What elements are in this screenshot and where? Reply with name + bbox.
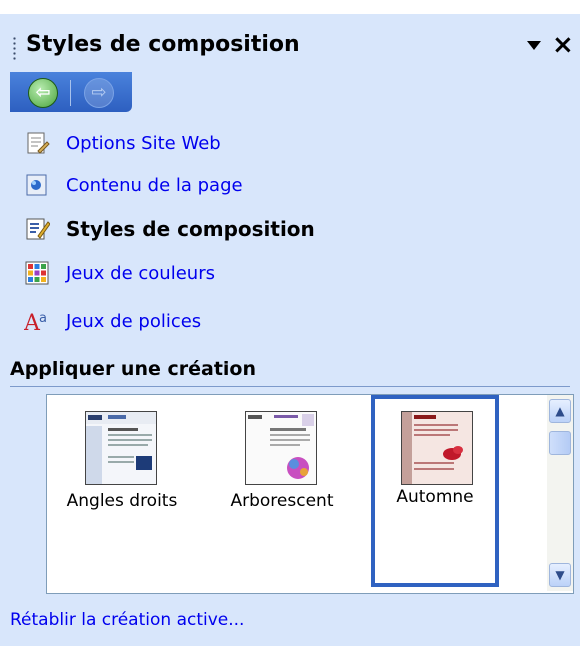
gallery-item-label: Automne: [396, 487, 474, 507]
menu-item-label: Options Site Web: [66, 132, 221, 154]
svg-text:a: a: [39, 311, 47, 326]
scroll-up-button[interactable]: ▲: [549, 399, 571, 423]
menu-item-page-content[interactable]: Contenu de la page: [24, 170, 243, 200]
gallery-item-arborescent[interactable]: Arborescent: [207, 395, 357, 591]
arrow-left-icon: ⇦: [35, 82, 51, 103]
reset-active-design-link[interactable]: Rétablir la création active...: [10, 610, 244, 630]
divider: [70, 80, 71, 106]
pane-title: Styles de composition: [26, 32, 300, 57]
task-pane: Styles de composition × ⇦ ⇨ Options Site…: [0, 14, 580, 646]
gallery-item-angles-droits[interactable]: Angles droits: [47, 395, 197, 591]
chevron-down-icon: ▼: [555, 568, 565, 582]
chevron-up-icon: ▲: [555, 404, 565, 418]
gallery-item-label: Angles droits: [66, 491, 178, 511]
design-thumbnail: [245, 411, 317, 485]
design-thumbnail: [401, 411, 473, 485]
navigation-bar: ⇦ ⇨: [10, 72, 132, 112]
layout-styles-icon: [24, 216, 51, 242]
font-schemes-icon: A a: [23, 308, 50, 336]
divider: [10, 386, 570, 387]
forward-button[interactable]: ⇨: [84, 78, 114, 108]
gallery-scrollbar[interactable]: ▲ ▼: [547, 395, 573, 591]
menu-item-font-schemes[interactable]: A a Jeux de polices: [23, 306, 202, 337]
chevron-down-icon[interactable]: [527, 41, 541, 50]
menu-item-layout-styles[interactable]: Styles de composition: [24, 214, 315, 244]
site-options-icon: [24, 130, 50, 156]
task-pane-titlebar: Styles de composition ×: [0, 14, 580, 72]
menu-item-label: Jeux de couleurs: [66, 262, 215, 284]
scroll-thumb[interactable]: [549, 431, 571, 455]
scroll-down-button[interactable]: ▼: [549, 563, 571, 587]
design-gallery: Angles droits Arborescent Automne ▲ ▼: [46, 394, 574, 594]
color-schemes-icon: [24, 260, 50, 286]
back-button[interactable]: ⇦: [28, 78, 58, 108]
gallery-item-automne[interactable]: Automne: [371, 395, 499, 587]
menu-item-label: Jeux de polices: [66, 310, 202, 332]
menu-item-color-schemes[interactable]: Jeux de couleurs: [24, 258, 215, 288]
design-thumbnail: [85, 411, 157, 485]
page-content-icon: [24, 172, 50, 198]
section-heading: Appliquer une création: [10, 358, 256, 380]
gallery-item-label: Arborescent: [230, 491, 334, 511]
close-icon[interactable]: ×: [552, 30, 574, 60]
menu-item-label: Contenu de la page: [66, 174, 243, 196]
menu-item-label: Styles de composition: [66, 217, 315, 241]
menu-item-site-options[interactable]: Options Site Web: [24, 128, 221, 158]
drag-handle[interactable]: [13, 36, 16, 60]
arrow-right-icon: ⇨: [91, 82, 107, 103]
